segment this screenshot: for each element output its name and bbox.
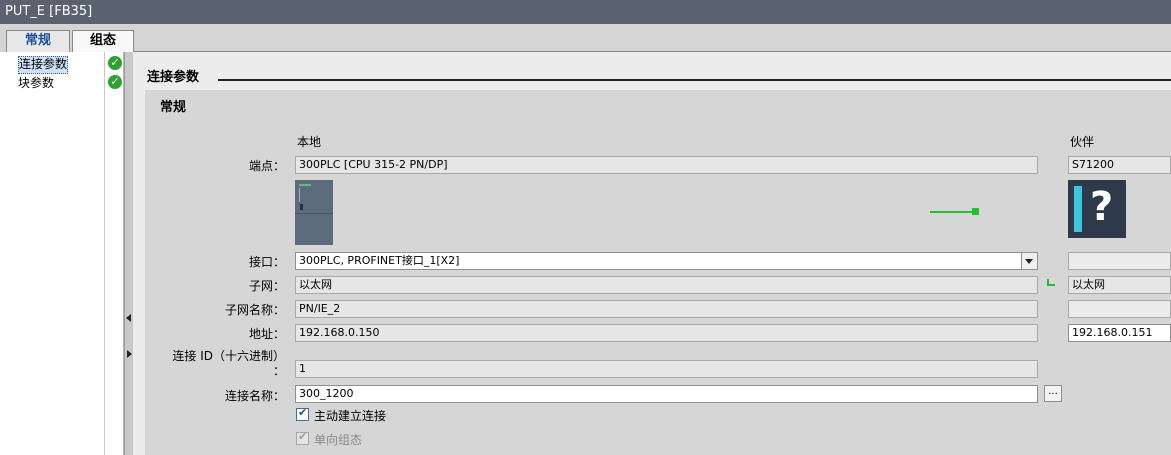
unknown-device-icon: ?: [1068, 180, 1126, 238]
window-title: PUT_E [FB35]: [0, 0, 1171, 24]
interface-label: 接口：: [248, 255, 285, 269]
connection-name-input[interactable]: 300_1200: [295, 385, 1038, 403]
nav-divider: [104, 52, 105, 455]
local-column-header: 本地: [297, 135, 322, 149]
connection-id-field: 1: [295, 360, 1038, 378]
check-icon: ✓: [108, 56, 122, 70]
one-way-label: 单向组态: [314, 433, 363, 447]
section-underline: [218, 79, 1171, 81]
partner-subnet-field: 以太网: [1068, 276, 1171, 294]
local-address-field: 192.168.0.150: [295, 324, 1038, 342]
plc-device-icon: [295, 180, 333, 245]
connection-link-line: [930, 211, 973, 213]
chevron-down-icon[interactable]: [1021, 253, 1037, 269]
endpoint-label: 端点：: [248, 159, 285, 173]
browse-button[interactable]: ...: [1044, 385, 1062, 402]
subnet-label: 子网：: [248, 279, 285, 293]
tab-configuration[interactable]: 组态: [72, 30, 134, 53]
partner-interface-field[interactable]: [1068, 252, 1171, 270]
local-subnet-name-field: PN/IE_2: [295, 300, 1038, 318]
tab-general[interactable]: 常规: [6, 30, 70, 52]
expand-right-icon[interactable]: [127, 350, 132, 358]
partner-address-field[interactable]: 192.168.0.151: [1068, 324, 1171, 342]
local-endpoint-field: 300PLC [CPU 315-2 PN/DP]: [295, 156, 1038, 174]
general-group: 常规 本地 伙伴 端点： 300PLC [CPU 315-2 PN/DP] S7…: [145, 90, 1171, 455]
local-subnet-field: 以太网: [295, 276, 1038, 294]
check-icon: ✓: [108, 75, 122, 89]
collapse-left-icon[interactable]: [126, 314, 131, 322]
active-connection-checkbox[interactable]: [296, 406, 309, 421]
active-connection-label: 主动建立连接: [314, 409, 387, 423]
address-label: 地址：: [248, 327, 285, 341]
nav-item-block-params[interactable]: 块参数: [18, 75, 54, 91]
subnet-link-icon: [1047, 279, 1055, 287]
one-way-checkbox: [296, 430, 309, 445]
partner-endpoint-field[interactable]: S71200: [1068, 156, 1171, 174]
connection-id-label-colon: ：: [272, 364, 285, 378]
partner-subnet-name-field: [1068, 300, 1171, 318]
main-content: 连接参数 常规 本地 伙伴 端点： 300PLC [CPU 315-2 PN/D…: [133, 52, 1171, 455]
panel-splitter[interactable]: [124, 52, 133, 455]
group-title: 常规: [160, 100, 187, 115]
connection-link-endpoint: [972, 208, 979, 215]
nav-item-connection-params[interactable]: 连接参数: [18, 56, 69, 74]
local-interface-value: 300PLC, PROFINET接口_1[X2]: [299, 254, 460, 267]
local-interface-select[interactable]: 300PLC, PROFINET接口_1[X2]: [295, 252, 1038, 270]
connection-name-label: 连接名称：: [224, 389, 285, 403]
tab-bar: 常规 组态: [0, 24, 1171, 53]
section-title: 连接参数: [147, 70, 200, 85]
partner-column-header: 伙伴: [1070, 135, 1095, 149]
subnet-name-label: 子网名称：: [224, 303, 285, 317]
nav-panel: 连接参数 ✓ 块参数 ✓: [0, 52, 124, 455]
